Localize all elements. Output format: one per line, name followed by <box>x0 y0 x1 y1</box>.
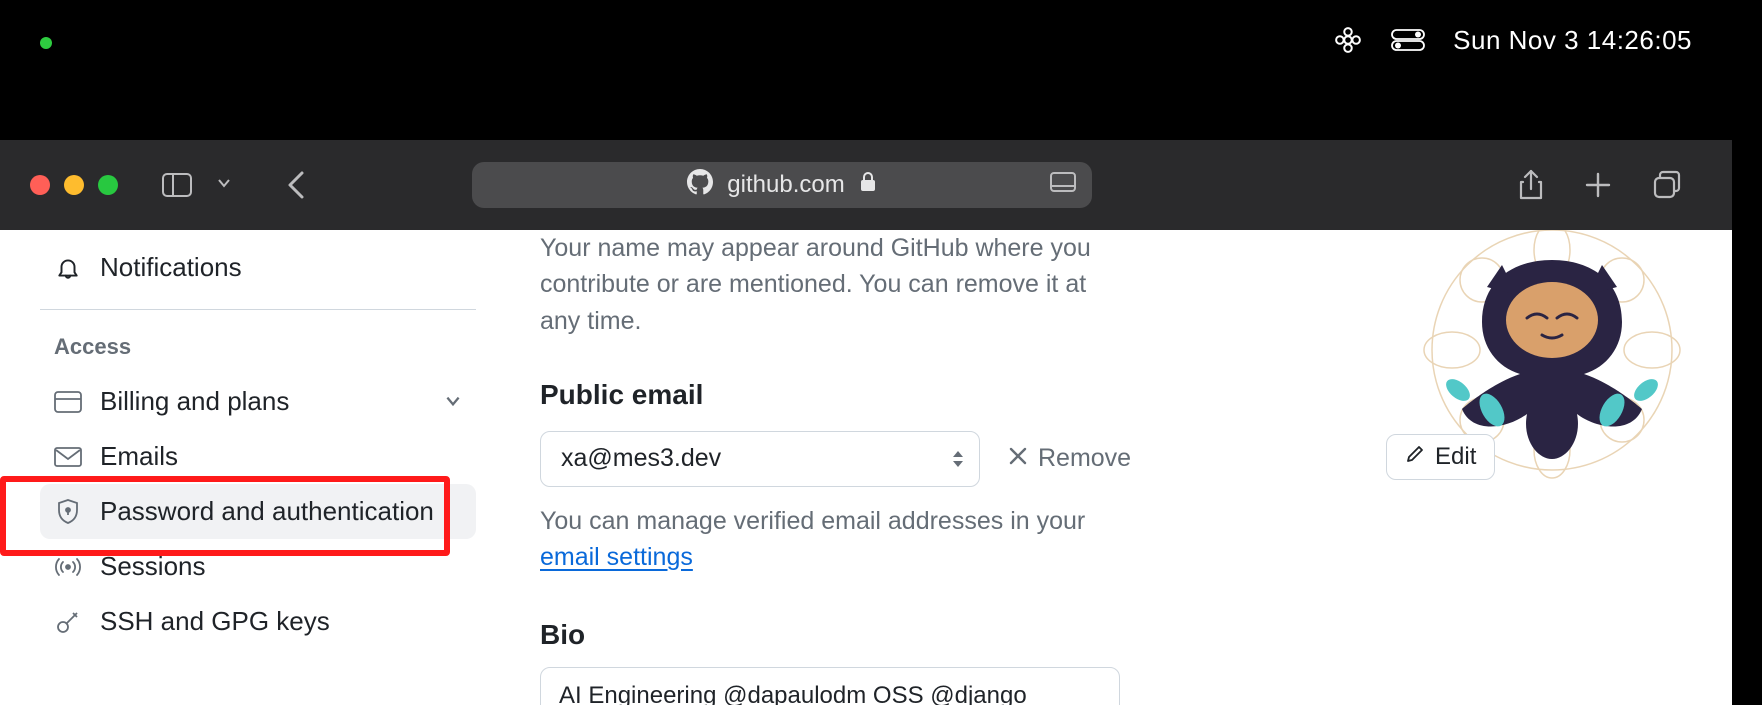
remove-label: Remove <box>1038 444 1131 473</box>
sidebar-item-ssh-gpg[interactable]: SSH and GPG keys <box>40 594 476 649</box>
edit-avatar-button[interactable]: Edit <box>1386 434 1495 480</box>
avatar-section: Edit <box>1382 230 1722 480</box>
sidebar-item-label: Emails <box>100 441 178 472</box>
window-close-button[interactable] <box>30 175 50 195</box>
address-bar[interactable]: github.com <box>472 162 1092 208</box>
settings-main: Your name may appear around GitHub where… <box>500 230 1732 705</box>
chevron-down-icon <box>444 386 462 417</box>
sidebar-item-label: Notifications <box>100 252 242 283</box>
x-icon <box>1008 444 1028 473</box>
sidebar-item-billing[interactable]: Billing and plans <box>40 374 476 429</box>
sidebar-item-notifications[interactable]: Notifications <box>40 240 476 295</box>
sidebar-item-label: SSH and GPG keys <box>100 606 330 637</box>
key-icon <box>54 608 82 636</box>
lock-icon <box>859 171 877 200</box>
public-email-select[interactable]: xa@mes3.dev <box>540 431 980 487</box>
mail-icon <box>54 443 82 471</box>
select-caret-icon <box>951 449 965 469</box>
public-email-value: xa@mes3.dev <box>561 444 721 473</box>
window-minimize-button[interactable] <box>64 175 84 195</box>
menubar-clock[interactable]: Sun Nov 3 14:26:05 <box>1453 25 1692 56</box>
window-controls <box>30 175 118 195</box>
broadcast-icon <box>54 553 82 581</box>
shield-lock-icon <box>54 498 82 526</box>
divider <box>40 309 476 310</box>
sidebar-item-label: Sessions <box>100 551 206 582</box>
email-settings-link[interactable]: email settings <box>540 543 693 571</box>
credit-card-icon <box>54 388 82 416</box>
share-icon[interactable] <box>1518 169 1544 201</box>
back-button[interactable] <box>286 170 308 200</box>
screen: Sun Nov 3 14:26:05 <box>0 0 1732 705</box>
pencil-icon <box>1405 443 1425 471</box>
sidebar-item-emails[interactable]: Emails <box>40 429 476 484</box>
tab-group-chevron-icon[interactable] <box>216 175 232 196</box>
edit-label: Edit <box>1435 443 1476 471</box>
sidebar-item-label: Billing and plans <box>100 386 289 417</box>
sidebar-toggle-icon[interactable] <box>162 173 192 197</box>
sidebar-item-sessions[interactable]: Sessions <box>40 539 476 594</box>
address-domain: github.com <box>727 171 844 199</box>
camera-indicator-dot <box>40 37 52 49</box>
email-help-text: You can manage verified email addresses … <box>540 503 1100 576</box>
control-center-icon[interactable] <box>1391 29 1425 51</box>
page-content: Notifications Access Billing and plans <box>0 230 1732 705</box>
sidebar-item-label: Password and authentication <box>100 496 434 527</box>
name-help-text: Your name may appear around GitHub where… <box>540 230 1120 339</box>
macos-menubar: Sun Nov 3 14:26:05 <box>0 0 1732 120</box>
tab-overview-icon[interactable] <box>1652 170 1682 200</box>
bell-icon <box>54 254 82 282</box>
sidebar-item-password-auth[interactable]: Password and authentication <box>40 484 476 539</box>
settings-sidebar: Notifications Access Billing and plans <box>0 230 500 705</box>
window-zoom-button[interactable] <box>98 175 118 195</box>
new-tab-icon[interactable] <box>1584 171 1612 199</box>
app-menu-icon[interactable] <box>1333 25 1363 55</box>
safari-toolbar: github.com <box>0 140 1732 230</box>
remove-email-button[interactable]: Remove <box>1008 444 1131 473</box>
bio-textarea[interactable]: AI Engineering @dapaulodm OSS @django <box>540 667 1120 705</box>
site-favicon-github-icon <box>687 169 713 202</box>
bio-title: Bio <box>540 619 1692 651</box>
sidebar-heading-access: Access <box>40 328 476 374</box>
reader-mode-icon[interactable] <box>1050 171 1076 199</box>
device-frame: Sun Nov 3 14:26:05 <box>0 0 1762 705</box>
